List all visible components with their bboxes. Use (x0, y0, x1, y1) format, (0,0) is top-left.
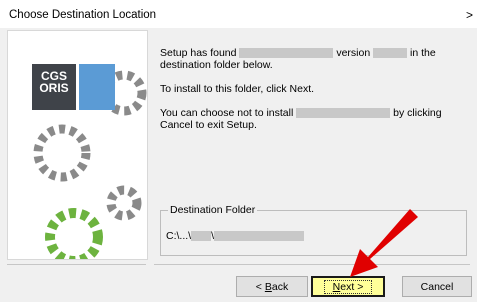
destination-path: C:\...\ \ (166, 230, 305, 242)
redacted-product-name-2 (296, 108, 391, 119)
red-arrow-icon (350, 209, 418, 277)
install-message: To install to this folder, click Next. (160, 83, 315, 95)
gear-gray-small-icon (106, 185, 142, 221)
separator-right (154, 264, 470, 265)
side-graphic-panel: CGS ORIS (7, 30, 148, 260)
back-button[interactable]: < Back (236, 276, 308, 297)
close-icon[interactable]: > (466, 8, 473, 22)
message-area: Setup has found version in the destinati… (160, 47, 470, 143)
window-title: Choose Destination Location (9, 9, 157, 21)
choose-message: You can choose not to install by clickin… (160, 107, 442, 131)
redacted-version (373, 48, 408, 59)
title-bar: Choose Destination Location > (0, 0, 477, 28)
redacted-path-part-2 (214, 231, 305, 242)
destination-folder-label: Destination Folder (168, 204, 258, 216)
redacted-product-name (239, 48, 334, 59)
gears-graphic (33, 70, 147, 259)
logo-text-line2: ORIS (39, 81, 69, 95)
logo-blue-block (79, 64, 115, 110)
separator-left (7, 264, 146, 265)
redacted-path-part (191, 231, 212, 242)
found-message: Setup has found version in the destinati… (160, 47, 436, 71)
logo-badge: CGS ORIS (32, 64, 76, 110)
